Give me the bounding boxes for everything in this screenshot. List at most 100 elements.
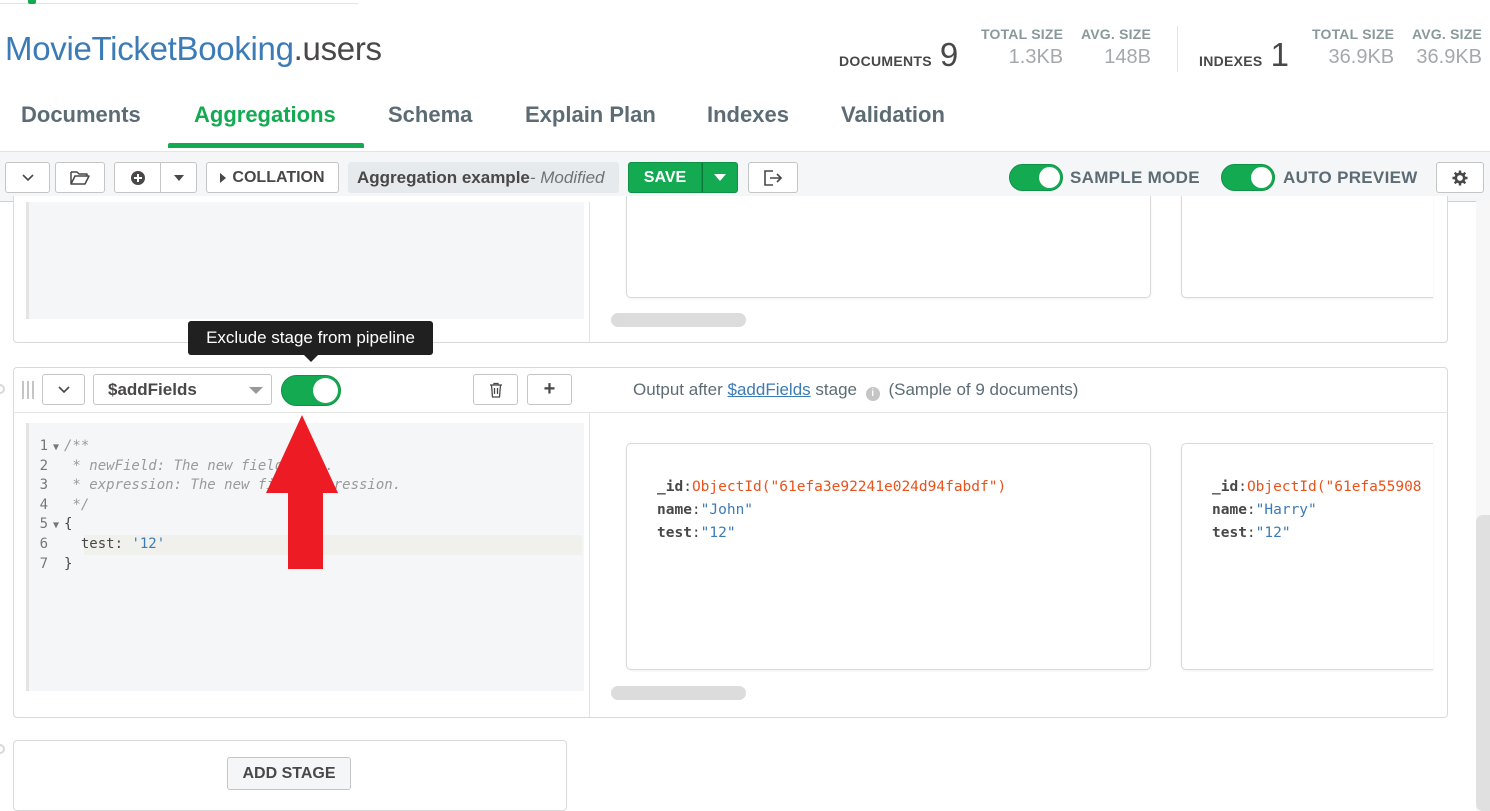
pipeline-name[interactable]: Aggregation example - Modified <box>348 162 619 193</box>
code-line: 6 test: '12' <box>30 535 401 555</box>
indexes-label: INDEXES <box>1199 53 1263 69</box>
save-button[interactable]: SAVE <box>628 162 702 193</box>
code-line: 3 * expression: The new field expression… <box>30 476 402 496</box>
tab-indexes[interactable]: Indexes <box>707 102 789 128</box>
line-number: 6 <box>39 535 48 552</box>
caret-down-icon <box>714 174 726 181</box>
red-arrow-annotation <box>266 415 338 569</box>
new-pipeline-dropdown[interactable] <box>160 162 197 193</box>
stage-operator-doc-link[interactable]: $addFields <box>728 380 811 399</box>
settings-button[interactable] <box>1436 162 1484 193</box>
field-value: "12" <box>700 525 736 541</box>
fold-arrow-icon[interactable]: ▼ <box>48 438 64 458</box>
exclude-stage-tooltip: Exclude stage from pipeline <box>188 321 433 362</box>
add-stage-button[interactable]: ADD STAGE <box>227 757 351 790</box>
auto-preview-label: AUTO PREVIEW <box>1283 168 1418 187</box>
collapse-stage-button[interactable] <box>42 374 85 405</box>
new-pipeline-button[interactable] <box>114 162 161 193</box>
stage-operator-select[interactable]: $addFields <box>93 374 272 405</box>
output-document: _id:ObjectId("61efa55908 name:"Harry" te… <box>1181 443 1433 670</box>
documents-stat: DOCUMENTS 9 <box>839 36 958 74</box>
pipeline-modified-text: - Modified <box>529 167 605 187</box>
previous-output-document <box>1181 196 1433 298</box>
export-pipeline-button[interactable] <box>748 162 798 193</box>
collapse-all-button[interactable] <box>5 162 50 193</box>
doc-avg-size: AVG. SIZE 148B <box>1081 26 1151 69</box>
code-text: * expression: The new field expression. <box>64 477 402 494</box>
tab-documents[interactable]: Documents <box>21 102 141 128</box>
stage-connector-dot <box>0 384 5 394</box>
column-divider <box>589 413 590 717</box>
field-value: "Harry" <box>1255 502 1317 518</box>
delete-stage-button[interactable] <box>473 374 518 405</box>
indexes-count: 1 <box>1270 36 1289 73</box>
page-scrollbar[interactable] <box>1476 515 1490 811</box>
tab-explain-plan[interactable]: Explain Plan <box>525 102 656 128</box>
previous-stage-editor[interactable] <box>26 202 584 319</box>
caret-down-icon <box>249 387 263 394</box>
chevron-down-icon <box>21 173 34 181</box>
drag-handle-icon[interactable] <box>22 381 36 399</box>
collation-button[interactable]: COLLATION <box>206 162 339 193</box>
field-key: name <box>657 502 692 518</box>
tooltip-arrow <box>303 354 319 362</box>
add-stage-after-button[interactable]: + <box>527 374 572 405</box>
line-number: 1 <box>39 438 48 454</box>
idx-total-size-label: TOTAL SIZE <box>1312 26 1395 42</box>
field-key: _id <box>657 479 684 495</box>
collection-tabs: Documents Aggregations Schema Explain Pl… <box>0 86 1490 148</box>
aggregation-toolbar: COLLATION Aggregation example - Modified … <box>0 151 1490 202</box>
sample-count-text: (Sample of 9 documents) <box>888 380 1079 399</box>
code-line: 2 * newField: The new field name. <box>30 457 401 477</box>
stage-header-divider <box>13 412 1448 413</box>
code-text: } <box>64 555 73 572</box>
stage-enabled-toggle[interactable] <box>281 375 341 406</box>
plus-icon: + <box>543 378 556 400</box>
caret-down-icon <box>173 174 184 181</box>
tab-schema[interactable]: Schema <box>388 102 472 128</box>
doc-avg-size-label: AVG. SIZE <box>1081 26 1151 42</box>
document-fields: _id:ObjectId("61efa55908 name:"Harry" te… <box>1212 479 1422 541</box>
field-key: test <box>657 525 692 541</box>
field-key: name <box>1212 502 1247 518</box>
fold-arrow-icon[interactable]: ▼ <box>48 516 64 536</box>
previous-output-scrollbar[interactable] <box>611 313 746 327</box>
output-suffix: stage <box>810 380 857 399</box>
caret-right-icon <box>220 172 227 183</box>
collection-name: .users <box>293 30 382 67</box>
doc-total-size: TOTAL SIZE 1.3KB <box>981 26 1063 69</box>
code-line: 4 */ <box>30 496 401 516</box>
toggle-knob <box>313 378 338 403</box>
idx-total-size: TOTAL SIZE 36.9KB <box>1312 26 1394 69</box>
open-saved-pipelines-button[interactable] <box>55 162 105 193</box>
previous-output-document <box>626 196 1151 298</box>
document-fields: _id:ObjectId("61efa3e92241e024d94fabdf")… <box>657 479 1007 541</box>
folder-open-icon <box>70 170 90 185</box>
active-tab-indicator <box>168 143 364 148</box>
output-scrollbar[interactable] <box>611 686 746 700</box>
toggle-knob <box>1251 167 1272 188</box>
line-number: 3 <box>39 477 48 494</box>
idx-total-size-value: 36.9KB <box>1328 46 1395 68</box>
save-options-dropdown[interactable] <box>702 162 738 193</box>
stage-operator-value: $addFields <box>108 379 197 399</box>
info-icon[interactable]: i <box>865 387 880 401</box>
code-text: /** <box>64 438 90 454</box>
sample-mode-toggle[interactable] <box>1009 164 1063 191</box>
idx-avg-size: AVG. SIZE 36.9KB <box>1412 26 1482 69</box>
tab-validation[interactable]: Validation <box>841 102 945 128</box>
auto-preview-toggle[interactable] <box>1221 164 1275 191</box>
database-name[interactable]: MovieTicketBooking <box>5 30 294 67</box>
top-strip <box>0 0 358 4</box>
doc-total-size-value: 1.3KB <box>1008 46 1064 68</box>
tooltip-text: Exclude stage from pipeline <box>206 328 415 347</box>
line-number: 7 <box>39 555 48 572</box>
field-key: _id <box>1212 479 1239 495</box>
code-line: 7} <box>30 555 401 575</box>
tab-aggregations[interactable]: Aggregations <box>194 102 336 128</box>
collection-title: MovieTicketBooking.users <box>5 30 382 68</box>
top-accent <box>28 0 36 4</box>
stage-code[interactable]: 1 ▼/** 2 * newField: The new field name. … <box>30 437 402 575</box>
export-icon <box>764 169 783 186</box>
code-line: 5 ▼{ <box>30 515 401 535</box>
